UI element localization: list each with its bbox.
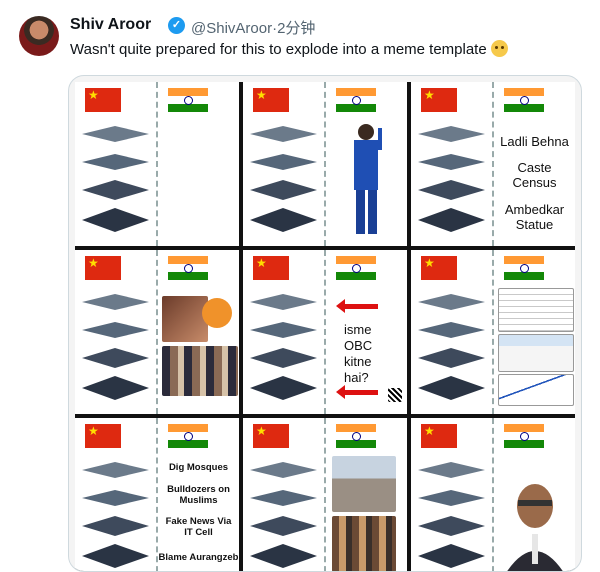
panel-caption: Bulldozers on Muslims xyxy=(167,484,230,506)
china-side xyxy=(75,82,158,246)
india-flag-icon xyxy=(504,88,544,112)
meme-grid: Ladli Behna Caste Census Ambedkar Statue xyxy=(75,82,575,571)
meme-panel: Dig Mosques Bulldozers on Muslims Fake N… xyxy=(75,418,239,571)
china-flag-icon xyxy=(421,256,457,280)
panel-caption: Ladli Behna xyxy=(500,134,569,149)
china-flag-icon xyxy=(253,256,289,280)
statue-figure-icon xyxy=(354,124,382,234)
china-flag-icon xyxy=(85,256,121,280)
author-name[interactable]: Shiv Aroor xyxy=(70,16,151,34)
meme-panel xyxy=(411,418,575,571)
china-flag-icon xyxy=(421,424,457,448)
meme-panel xyxy=(243,82,407,246)
meme-panel xyxy=(75,82,239,246)
report-image xyxy=(498,334,574,372)
india-side xyxy=(494,250,575,414)
fighter-jets-icon xyxy=(250,294,317,400)
red-arrow-icon xyxy=(336,299,378,313)
fighter-jets-icon xyxy=(82,462,149,568)
meme-panel xyxy=(75,250,239,414)
author-handle[interactable]: @ShivAroor xyxy=(191,20,272,37)
crowd-photo xyxy=(162,346,238,396)
tweet-image-card[interactable]: Ladli Behna Caste Census Ambedkar Statue xyxy=(68,75,582,572)
india-flag-icon xyxy=(168,88,208,112)
fighter-jets-icon xyxy=(418,462,485,568)
author-handle-line: @ShivAroor·2分钟 xyxy=(191,17,315,38)
panel-caption: Fake News Via IT Cell xyxy=(165,516,232,538)
india-side xyxy=(326,418,407,571)
avatar[interactable] xyxy=(19,16,59,56)
statue-photo xyxy=(332,456,396,512)
india-side xyxy=(326,82,407,246)
line-chart-image xyxy=(498,374,574,406)
india-side xyxy=(494,418,575,571)
panel-caption: Ambedkar Statue xyxy=(504,202,565,232)
meme-panel: isme OBC kitne hai? xyxy=(243,250,407,414)
panel-caption: Dig Mosques xyxy=(168,462,229,473)
panel-caption: kitne xyxy=(344,354,372,369)
data-table-image xyxy=(498,288,574,332)
meme-panel xyxy=(243,418,407,571)
china-side xyxy=(243,250,326,414)
india-flag-icon xyxy=(336,88,376,112)
india-side: Ladli Behna Caste Census Ambedkar Statue xyxy=(494,82,575,246)
meme-panel xyxy=(411,250,575,414)
india-flag-icon xyxy=(336,256,376,280)
india-side xyxy=(158,82,239,246)
fighter-jets-icon xyxy=(82,294,149,400)
india-flag-icon xyxy=(504,256,544,280)
china-side xyxy=(411,418,494,571)
qr-code-icon xyxy=(388,388,402,402)
fighter-jets-icon xyxy=(418,126,485,232)
fighter-jets-icon xyxy=(250,126,317,232)
china-side xyxy=(243,82,326,246)
china-flag-icon xyxy=(421,88,457,112)
india-flag-icon xyxy=(168,424,208,448)
fighter-jets-icon xyxy=(82,126,149,232)
fighter-jets-icon xyxy=(250,462,317,568)
orange-logo-icon xyxy=(202,298,232,328)
china-flag-icon xyxy=(85,424,121,448)
panel-caption: Caste Census xyxy=(512,160,557,190)
china-side xyxy=(411,82,494,246)
fighter-jets-icon xyxy=(418,294,485,400)
grimacing-face-emoji-icon xyxy=(490,40,508,57)
crowd-photo xyxy=(332,516,396,571)
china-side xyxy=(411,250,494,414)
woman-photo xyxy=(162,296,208,342)
india-flag-icon xyxy=(168,256,208,280)
india-flag-icon xyxy=(336,424,376,448)
meme-panel: Ladli Behna Caste Census Ambedkar Statue xyxy=(411,82,575,246)
red-arrow-icon xyxy=(336,385,378,399)
india-side xyxy=(158,250,239,414)
panel-caption: hai? xyxy=(344,370,369,385)
india-side: Dig Mosques Bulldozers on Muslims Fake N… xyxy=(158,418,239,571)
china-flag-icon xyxy=(253,424,289,448)
tweet-text-body: Wasn't quite prepared for this to explod… xyxy=(70,41,487,58)
india-side: isme OBC kitne hai? xyxy=(326,250,407,414)
china-side xyxy=(75,250,158,414)
india-flag-icon xyxy=(504,424,544,448)
verified-badge-icon: ✓ xyxy=(168,17,185,34)
china-flag-icon xyxy=(85,88,121,112)
china-side xyxy=(75,418,158,571)
tweet-time[interactable]: ·2分钟 xyxy=(272,20,315,37)
tweet-text: Wasn't quite prepared for this to explod… xyxy=(70,40,508,58)
china-flag-icon xyxy=(253,88,289,112)
panel-caption: OBC xyxy=(344,338,373,353)
panel-caption: isme xyxy=(344,322,372,337)
china-side xyxy=(243,418,326,571)
